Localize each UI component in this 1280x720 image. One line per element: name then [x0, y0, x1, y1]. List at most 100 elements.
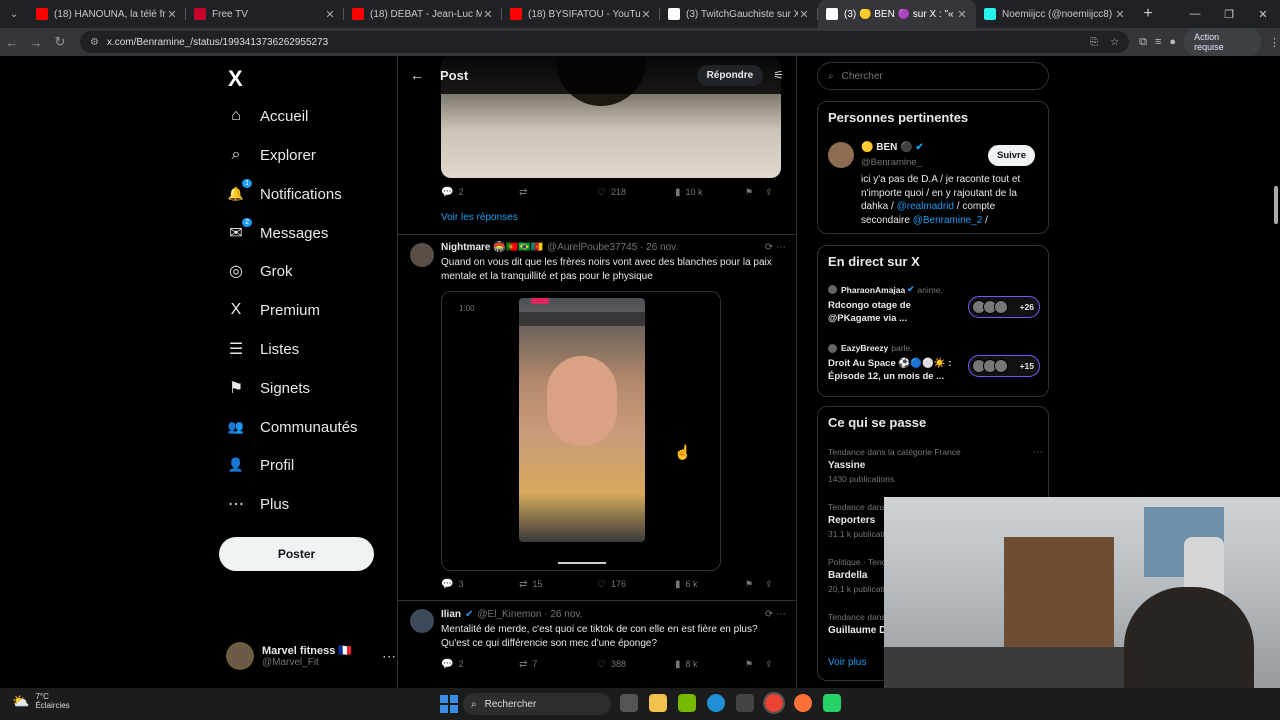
live-space-item[interactable]: EazyBreezy parle. Droit Au Space ⚽🔵⚪☀️ : … [828, 343, 1040, 393]
like-count[interactable]: ♡ 176 [597, 579, 675, 590]
close-icon[interactable]: ✕ [798, 8, 810, 21]
tab-search-icon[interactable]: ⌄ [0, 0, 28, 28]
url-field[interactable]: ⚙ x.com/Benramine_/status/19934137362629… [79, 31, 1130, 53]
view-count[interactable]: ▮ 8 k [675, 659, 745, 670]
taskbar-search[interactable]: ⌕ Rechercher [463, 693, 611, 715]
more-icon[interactable]: ⋯ [1033, 447, 1043, 458]
edge-icon[interactable] [707, 694, 725, 712]
reply-button[interactable]: Répondre [696, 64, 764, 86]
reload-icon[interactable]: ↻ [48, 34, 72, 50]
reply-tweet[interactable]: Nightmare 🏟️🇵🇹🇧🇷🇨🇲 @AurelPoube37745 · 26… [398, 234, 796, 602]
firefox-icon[interactable] [794, 694, 812, 712]
close-icon[interactable]: ✕ [956, 8, 968, 21]
share-icon[interactable]: ⇪ [765, 579, 773, 590]
bio-link[interactable]: @Benramine_2 [913, 215, 983, 226]
weather-widget[interactable]: ⛅ 7°C Éclaircies [12, 692, 70, 710]
tab-twitchgauchiste[interactable]: (3) TwitchGauchiste sur X : "AT✕ [660, 0, 818, 28]
reply-count[interactable]: 💬 3 [441, 579, 519, 590]
app-icon[interactable] [823, 694, 841, 712]
like-count[interactable]: ♡ 218 [597, 187, 675, 198]
task-view-icon[interactable] [620, 694, 638, 712]
bio-link[interactable]: @realmadrid [897, 201, 954, 212]
sidebar-item-messages[interactable]: ✉ 2 Messages [226, 218, 328, 248]
more-icon[interactable]: ⟳ ⋯ [765, 609, 786, 620]
sidebar-item-grok[interactable]: ◎ Grok [226, 256, 293, 286]
bookmark-icon[interactable]: ⚑ [745, 579, 765, 590]
action-required-button[interactable]: Action requise [1184, 28, 1262, 56]
more-icon[interactable]: ⋯ [382, 648, 396, 665]
author-handle[interactable]: @AurelPoube37745 · 26 nov. [547, 242, 678, 253]
url-text[interactable]: x.com/Benramine_/status/1993413736262955… [107, 37, 1078, 48]
close-window-icon[interactable]: ✕ [1246, 0, 1280, 28]
x-logo-icon[interactable]: X [228, 66, 243, 92]
bookmark-star-icon[interactable]: ☆ [1110, 37, 1119, 48]
repost-count[interactable]: ⇄ 15 [519, 579, 597, 590]
follow-button[interactable]: Suivre [988, 145, 1036, 166]
profile-avatar[interactable]: ● [1169, 36, 1176, 48]
bookmark-icon[interactable]: ⚑ [745, 187, 765, 198]
menu-icon[interactable]: ⋮ [1269, 36, 1280, 49]
share-icon[interactable]: ⇪ [765, 187, 773, 198]
back-arrow-icon[interactable]: ← [0, 35, 24, 50]
close-icon[interactable]: ✕ [482, 8, 494, 21]
author-name[interactable]: Ilian [441, 609, 461, 620]
account-switcher[interactable]: Marvel fitness 🇫🇷 @Marvel_Fit ⋯ [226, 642, 396, 670]
chrome-icon[interactable] [763, 692, 785, 714]
media-icon[interactable]: ≡ [1155, 36, 1161, 48]
restore-icon[interactable]: ❐ [1212, 0, 1246, 28]
sidebar-item-signets[interactable]: ⚑ Signets [226, 373, 310, 403]
live-space-item[interactable]: PharaonAmajaa ✔ anime. Rdcongo otage de @… [828, 284, 1040, 334]
tab-bysifatou[interactable]: (18) BYSIFATOU - YouTube ✕ [502, 0, 660, 28]
tab-ben[interactable]: (3) 🟡 BEN 🟣 sur X : "« 3 · ✕ [818, 0, 976, 28]
author-name[interactable]: Nightmare 🏟️🇵🇹🇧🇷🇨🇲 [441, 242, 543, 253]
new-tab-button[interactable]: + [1134, 5, 1162, 23]
avatar[interactable] [410, 243, 434, 267]
sidebar-item-profil[interactable]: 👤 Profil [226, 450, 294, 480]
close-icon[interactable]: ✕ [324, 8, 336, 21]
search-input[interactable]: ⌕ Chercher [817, 62, 1049, 90]
forward-arrow-icon[interactable]: → [24, 35, 48, 50]
settings-sliders-icon[interactable]: ⚟ [773, 68, 784, 82]
close-icon[interactable]: ✕ [166, 8, 178, 21]
author-handle[interactable]: @El_Kinemon · 26 nov. [477, 609, 582, 620]
close-icon[interactable]: ✕ [640, 8, 652, 21]
tab-debat[interactable]: (18) DÉBAT - Jean-Luc Mélench✕ [344, 0, 502, 28]
tab-hanouna[interactable]: (18) HANOUNA, la télé français✕ [28, 0, 186, 28]
avatar[interactable] [828, 142, 854, 168]
sidebar-item-premium[interactable]: X Premium [226, 295, 320, 325]
post-button[interactable]: Poster [219, 537, 374, 571]
close-icon[interactable]: ✕ [1114, 8, 1126, 21]
bookmark-icon[interactable]: ⚑ [745, 659, 765, 670]
more-icon[interactable]: ⟳ ⋯ [765, 242, 786, 253]
profile-name[interactable]: 🟡 BEN ⚫ ✔ [861, 142, 924, 153]
sidebar-item-listes[interactable]: ☰ Listes [226, 334, 299, 364]
repost-count[interactable]: ⇄ 7 [519, 659, 597, 670]
tab-tiktok[interactable]: Noemiijcc (@noemiijcc8) | Tik✕ [976, 0, 1134, 28]
store-icon[interactable] [736, 694, 754, 712]
view-count[interactable]: ▮ 10 k [675, 187, 745, 198]
see-more-link[interactable]: Voir plus [828, 657, 866, 668]
view-count[interactable]: ▮ 6 k [675, 579, 745, 590]
sidebar-item-accueil[interactable]: ⌂ Accueil [226, 101, 308, 131]
profile-handle[interactable]: @Benramine_ [861, 157, 922, 168]
file-explorer-icon[interactable] [649, 694, 667, 712]
share-icon[interactable]: ⇪ [765, 659, 773, 670]
sidebar-item-explorer[interactable]: ⌕ Explorer [226, 140, 316, 170]
tab-free-tv[interactable]: Free TV ✕ [186, 0, 344, 28]
nvidia-icon[interactable] [678, 694, 696, 712]
tweet-video[interactable]: 1:00 [441, 291, 721, 571]
reply-count[interactable]: 💬 2 [441, 187, 519, 198]
sidebar-item-communautes[interactable]: 👥 Communautés [226, 412, 358, 442]
like-count[interactable]: ♡ 388 [597, 659, 675, 670]
site-info-icon[interactable]: ⚙ [90, 37, 99, 48]
video-progress[interactable] [558, 562, 606, 564]
back-arrow-icon[interactable]: ← [410, 67, 440, 83]
windows-start-icon[interactable] [440, 695, 458, 713]
repost-button[interactable]: ⇄ [519, 187, 597, 198]
extensions-icon[interactable]: ⧉ [1139, 36, 1147, 49]
sidebar-item-notifications[interactable]: 🔔 1 Notifications [226, 179, 342, 209]
view-replies-link[interactable]: Voir les réponses [441, 212, 518, 223]
reply-tweet[interactable]: Ilian ✔ @El_Kinemon · 26 nov. ⟳ ⋯ Mental… [398, 600, 796, 688]
minimize-icon[interactable]: — [1178, 0, 1212, 28]
avatar[interactable] [410, 609, 434, 633]
